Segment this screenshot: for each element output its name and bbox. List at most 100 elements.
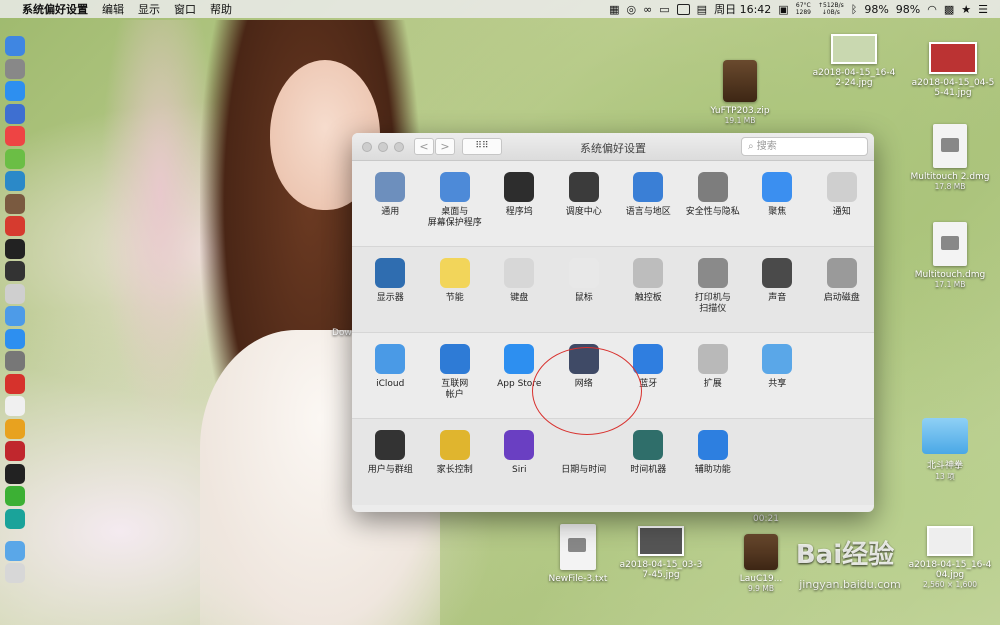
- pref-energy-saver[interactable]: 节能: [423, 247, 488, 332]
- menu-window[interactable]: 窗口: [174, 1, 196, 17]
- pref-label: 聚焦: [768, 207, 787, 217]
- star-status-icon[interactable]: ★: [961, 3, 971, 16]
- pref-printers-scanners[interactable]: 打印机与 扫描仪: [681, 247, 746, 332]
- desktop-file[interactable]: a2018-04-15_16-4 2-24.jpg: [808, 34, 900, 88]
- trash-icon[interactable]: [5, 563, 25, 583]
- pref-mouse[interactable]: 鼠标: [552, 247, 617, 332]
- chrome-icon[interactable]: [5, 418, 25, 439]
- pref-sharing[interactable]: 共享: [745, 333, 810, 418]
- activity-monitor-icon[interactable]: [5, 238, 25, 259]
- pref-displays[interactable]: 显示器: [358, 247, 423, 332]
- search-placeholder: 搜索: [756, 141, 777, 152]
- pref-parental-controls[interactable]: 家长控制: [423, 419, 488, 505]
- pref-desktop-screensaver[interactable]: 桌面与 屏幕保护程序: [423, 161, 488, 246]
- app-red-icon[interactable]: [5, 126, 25, 146]
- status-app-icon[interactable]: ▦: [609, 3, 619, 16]
- battery-percent-1[interactable]: 98%: [864, 3, 888, 16]
- preview-icon[interactable]: [5, 283, 25, 304]
- network-monitor[interactable]: ↑512B/s ↓0B/s: [818, 2, 844, 16]
- voice-icon[interactable]: [5, 306, 25, 326]
- pref-label: 日期与时间: [561, 465, 607, 475]
- keyboard-icon: [504, 258, 535, 288]
- pref-trackpad[interactable]: 触控板: [616, 247, 681, 332]
- app-brown-icon[interactable]: [5, 193, 25, 214]
- menu-view[interactable]: 显示: [138, 1, 160, 17]
- pref-label: 调度中心: [565, 207, 602, 217]
- link-status-icon[interactable]: ∞: [643, 3, 652, 16]
- remote-desktop-icon[interactable]: [5, 171, 25, 191]
- pref-users-groups[interactable]: 用户与群组: [358, 419, 423, 505]
- battery-percent-2[interactable]: 98%: [896, 3, 920, 16]
- search-app-icon[interactable]: [5, 103, 25, 124]
- desktop-folder[interactable]: 北斗神拳 13 项: [910, 418, 980, 482]
- search-field[interactable]: ⌕ 搜索: [741, 137, 868, 156]
- app-menu[interactable]: 系统偏好设置: [22, 1, 88, 17]
- pref-language-region[interactable]: 语言与地区: [616, 161, 681, 246]
- pref-startup-disk[interactable]: 启动磁盘: [810, 247, 875, 332]
- security-privacy-icon: [697, 172, 728, 202]
- zip-file-icon: [723, 60, 757, 102]
- terminal-icon[interactable]: [5, 261, 25, 281]
- photo-status-icon[interactable]: ▣: [778, 3, 788, 16]
- calendar-status-icon[interactable]: ▤: [697, 3, 707, 16]
- desktop-file[interactable]: a2018-04-15_03-3 7-45.jpg: [616, 526, 706, 580]
- vivaldi-icon[interactable]: [5, 441, 25, 461]
- pref-notifications[interactable]: 通知: [810, 161, 875, 246]
- desktop-file[interactable]: Multitouch.dmg 17.1 MB: [902, 222, 998, 289]
- desktop-file[interactable]: a2018-04-15_04-5 5-41.jpg: [906, 42, 1000, 98]
- pref-label: 互联网 帐户: [441, 379, 469, 400]
- pref-keyboard[interactable]: 键盘: [487, 247, 552, 332]
- pref-dock[interactable]: 程序坞: [487, 161, 552, 246]
- cpu-monitor[interactable]: 67°C 1289: [796, 2, 811, 16]
- yandex-icon[interactable]: [5, 396, 25, 416]
- console-icon[interactable]: [5, 463, 25, 484]
- pref-internet-accounts[interactable]: 互联网 帐户: [423, 333, 488, 418]
- pref-security-privacy[interactable]: 安全性与隐私: [681, 161, 746, 246]
- pref-accessibility[interactable]: 辅助功能: [681, 419, 746, 505]
- pref-label: 通用: [381, 207, 400, 217]
- pref-label: 节能: [445, 293, 464, 303]
- wifi-status-icon[interactable]: ◠: [927, 3, 937, 16]
- pref-sound[interactable]: 声音: [745, 247, 810, 332]
- txt-file-icon: [560, 524, 596, 570]
- energy-saver-icon: [439, 258, 470, 288]
- netease-music-icon[interactable]: [5, 373, 25, 394]
- display-status-icon[interactable]: [676, 3, 690, 15]
- finder-icon[interactable]: [5, 36, 25, 56]
- laptop-status-icon[interactable]: ▭: [659, 3, 669, 16]
- system-preferences-dock-icon[interactable]: [5, 351, 25, 371]
- pref-general[interactable]: 通用: [358, 161, 423, 246]
- menu-list-icon[interactable]: ☰: [978, 3, 988, 16]
- pref-time-machine[interactable]: 时间机器: [616, 419, 681, 505]
- app-store-dock-icon[interactable]: [5, 328, 25, 349]
- app-red2-icon[interactable]: [5, 216, 25, 236]
- pref-icloud[interactable]: iCloud: [358, 333, 423, 418]
- menu-edit[interactable]: 编辑: [102, 1, 124, 17]
- downloads-stack-icon[interactable]: [5, 540, 25, 561]
- clock-text[interactable]: 周日 16:42: [714, 1, 771, 17]
- desktop-file[interactable]: YuFTP203.zip 19.1 MB: [700, 60, 780, 125]
- launchpad-icon[interactable]: [5, 58, 25, 79]
- app-badge-icon[interactable]: ▩: [944, 3, 954, 16]
- pref-siri[interactable]: Siri: [487, 419, 552, 505]
- pref-spotlight[interactable]: 聚焦: [745, 161, 810, 246]
- menu-help[interactable]: 帮助: [210, 1, 232, 17]
- safari-icon[interactable]: [5, 81, 25, 101]
- desktop-file[interactable]: Multitouch 2.dmg 17.8 MB: [902, 124, 998, 191]
- teamviewer-icon[interactable]: [5, 508, 25, 529]
- pref-label: 时间机器: [630, 465, 667, 475]
- printer-icon: [697, 258, 728, 288]
- siri-icon: [504, 430, 535, 460]
- pref-mission-control[interactable]: 调度中心: [552, 161, 617, 246]
- desktop-file[interactable]: NewFile-3.txt: [536, 524, 620, 584]
- pref-label: 安全性与隐私: [685, 207, 740, 217]
- cpu-temp: 67°C: [795, 2, 811, 9]
- pref-label: 扩展: [703, 379, 722, 389]
- wechat-icon[interactable]: [5, 486, 25, 506]
- pref-extensions[interactable]: 扩展: [681, 333, 746, 418]
- android-icon[interactable]: [5, 148, 25, 169]
- wechat-status-icon[interactable]: ◎: [626, 3, 636, 16]
- file-name: a2018-04-15_04-5 5-41.jpg: [911, 78, 995, 98]
- bluetooth-status-icon[interactable]: ᛒ: [851, 3, 858, 16]
- dock-icon: [504, 172, 535, 202]
